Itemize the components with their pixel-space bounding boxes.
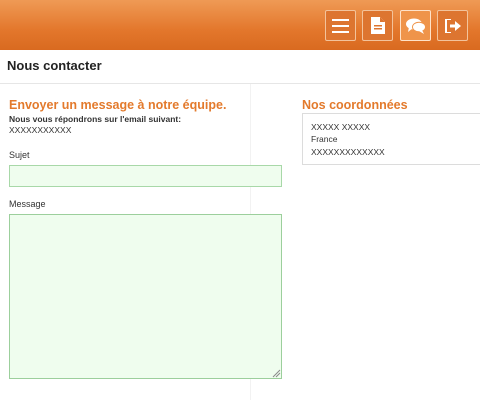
contact-country: France	[311, 134, 338, 144]
contact-phone: XXXXXXXXXXXXX	[311, 147, 385, 157]
coordinates-box: XXXXX XXXXX France XXXXXXXXXXXXX	[302, 113, 480, 165]
message-label: Message	[9, 199, 46, 209]
contact-details: Nos coordonnées XXXXX XXXXX France XXXXX…	[300, 84, 480, 400]
subject-input[interactable]	[9, 165, 282, 187]
documents-button[interactable]	[362, 10, 393, 41]
menu-button[interactable]	[325, 10, 356, 41]
document-icon	[370, 17, 385, 34]
page-title: Nous contacter	[7, 58, 102, 73]
contact-button[interactable]	[400, 10, 431, 41]
reply-note: Nous vous répondrons sur l'email suivant…	[9, 114, 182, 124]
contact-form: Envoyer un message à notre équipe. Nous …	[0, 84, 290, 400]
menu-icon	[332, 18, 349, 33]
logout-button[interactable]	[437, 10, 468, 41]
reply-email: XXXXXXXXXXX	[9, 125, 72, 135]
subject-label: Sujet	[9, 150, 30, 160]
chat-icon	[405, 18, 426, 34]
resize-grip-icon[interactable]	[272, 369, 281, 378]
message-input[interactable]	[9, 214, 282, 379]
form-heading: Envoyer un message à notre équipe.	[9, 98, 227, 112]
contact-name: XXXXX XXXXX	[311, 122, 371, 132]
top-bar	[0, 0, 480, 50]
page-header: Nous contacter	[0, 50, 480, 84]
logout-icon	[444, 18, 461, 33]
coordinates-heading: Nos coordonnées	[302, 98, 408, 112]
